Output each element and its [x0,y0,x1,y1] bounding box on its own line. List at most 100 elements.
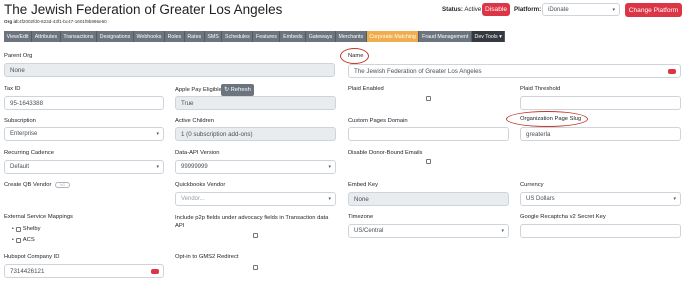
hubspot-company-id-label: Hubspot Company ID [4,254,60,260]
tab-designations[interactable]: Designations [97,31,134,42]
chevron-down-icon: ▾ [328,196,331,202]
refresh-icon: ↻ [224,87,229,93]
recurring-cadence-label: Recurring Cadence [4,150,54,156]
nav-tabs: View/Edit Attributes Transactions Design… [4,31,506,42]
chevron-down-icon: ▾ [156,131,159,137]
name-annotation-circle [340,48,369,64]
chevron-down-icon: ▾ [673,196,676,202]
timezone-label: Timezone [348,214,374,220]
parent-org-label: Parent Org [4,53,33,59]
recurring-cadence-select[interactable]: Default ▾ [4,160,164,174]
org-page-slug-label: Organization Page Slug [520,116,582,122]
toggle-text: NO [60,183,66,187]
parent-org-field: None [4,63,335,77]
disable-donor-bound-checkbox[interactable] [426,159,431,164]
currency-value: US Dollars [526,196,555,202]
plaid-enabled-checkbox[interactable] [426,96,431,101]
tab-rates[interactable]: Rates [184,31,205,42]
apple-pay-label: Apple Pay Eligible [175,87,222,93]
status-value: Active [464,6,482,13]
tab-view-edit[interactable]: View/Edit [4,31,33,42]
subscription-select[interactable]: Enterprise ▾ [4,127,164,141]
quickbooks-vendor-label: Quickbooks Vendor [175,182,226,188]
chevron-down-icon: ▾ [156,164,159,170]
embed-key-label: Embed Key [348,182,378,188]
active-children-label: Active Children [175,118,214,124]
recaptcha-label: Google Recaptcha v2 Secret Key [520,214,606,220]
tab-merchants[interactable]: Merchants [335,31,367,42]
tab-embeds[interactable]: Embeds [280,31,307,42]
page-title: The Jewish Federation of Greater Los Ang… [4,2,283,17]
acs-checkbox[interactable] [15,237,21,243]
tab-sms[interactable]: SMS [204,31,223,42]
subscription-label: Subscription [4,118,36,124]
embed-key-field: None [348,192,509,206]
tab-corporate-matching[interactable]: Corporate Matching [366,31,420,42]
p2p-fields-checkbox[interactable] [253,233,258,238]
acs-label: ACS [22,237,35,243]
refresh-button[interactable]: ↻ Refresh [221,84,254,96]
org-id-label: Org id: [4,19,20,24]
name-field[interactable]: The Jewish Federation of Greater Los Ang… [348,64,681,78]
opt-in-gms2-label: Opt-in to GMS2 Redirect [175,254,239,260]
custom-pages-domain-field[interactable] [348,127,509,141]
password-manager-icon[interactable] [151,269,159,274]
status-indicator: Status: Active [442,6,481,13]
plaid-enabled-label: Plaid Enabled [348,86,384,92]
tab-dev-tools-label: Dev Tools [474,33,498,40]
platform-label: Platform: [514,6,542,13]
tax-id-label: Tax ID [4,86,21,92]
status-label: Status: [442,6,463,13]
disable-donor-bound-label: Disable Donor-Bound Emails [348,150,423,156]
tab-features[interactable]: Features [253,31,281,42]
data-api-version-label: Data-API Version [175,150,220,156]
tab-gateways[interactable]: Gateways [306,31,336,42]
caret-down-icon: ▾ [499,33,502,40]
quickbooks-vendor-select[interactable]: Vendor... ▾ [175,192,336,206]
quickbooks-vendor-placeholder: Vendor... [181,196,205,202]
tab-roles[interactable]: Roles [165,31,185,42]
active-children-field: 1 (0 subscription add-ons) [175,127,336,141]
hubspot-company-id-value: 7314426121 [10,267,45,275]
org-page-slug-field[interactable]: greaterla [520,127,681,141]
platform-select[interactable]: iDonate ▾ [542,3,620,16]
apple-pay-field: True [175,96,336,110]
data-api-version-select[interactable]: 99999999 ▾ [175,160,336,174]
plaid-threshold-label: Plaid Threshold [520,86,561,92]
bullet: • [12,226,14,232]
name-field-value: The Jewish Federation of Greater Los Ang… [354,67,482,75]
recurring-cadence-value: Default [10,164,30,170]
tax-id-field[interactable]: 95-1643388 [4,96,164,110]
create-qb-vendor-toggle[interactable]: NO [55,182,70,188]
refresh-label: Refresh [230,87,251,93]
create-qb-vendor-label: Create QB Vendor [4,182,52,188]
shelby-label: Shelby [22,226,41,232]
change-platform-button[interactable]: Change Platform [625,3,682,17]
tab-schedules[interactable]: Schedules [222,31,254,42]
currency-select[interactable]: US Dollars ▾ [520,192,681,206]
shelby-checkbox[interactable] [15,226,21,232]
chevron-down-icon: ▾ [612,6,615,13]
data-api-version-value: 99999999 [181,164,208,170]
timezone-select[interactable]: US/Central ▾ [348,224,509,238]
custom-pages-domain-label: Custom Pages Domain [348,118,408,124]
chevron-down-icon: ▾ [501,228,504,234]
org-id-value: 4f2002fd0-823d-43f1-bc47-1601f9b996e60 [19,19,107,24]
recaptcha-field[interactable] [520,224,681,238]
tab-attributes[interactable]: Attributes [32,31,61,42]
password-manager-icon[interactable] [668,69,676,74]
mapping-item-shelby: • Shelby [12,226,41,232]
currency-label: Currency [520,182,544,188]
tab-dev-tools[interactable]: Dev Tools ▾ [471,31,506,42]
tab-transactions[interactable]: Transactions [60,31,98,42]
tab-fraud-management[interactable]: Fraud Management [419,31,472,42]
tab-webhooks[interactable]: Webhooks [133,31,165,42]
disable-button[interactable]: Disable [482,3,510,16]
platform-value: iDonate [548,6,569,13]
hubspot-company-id-field[interactable]: 7314426121 [4,264,164,278]
external-service-mappings-label: External Service Mappings [4,214,73,220]
org-id: Org id:4f2002fd0-823d-43f1-bc47-1601f9b9… [4,19,107,24]
bullet: • [12,237,14,243]
opt-in-gms2-checkbox[interactable] [253,265,258,270]
plaid-threshold-field[interactable] [520,96,681,110]
